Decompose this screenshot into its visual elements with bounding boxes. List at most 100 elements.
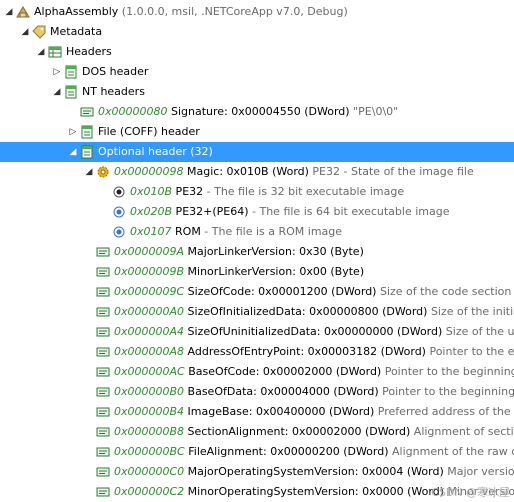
- node-text: 0x010B PE32 - The file is 32 bit executa…: [130, 182, 404, 202]
- node-description: Size of the uninitia: [445, 325, 514, 338]
- node-text: NT headers: [82, 82, 145, 102]
- node-text: 0x000000A0 SizeOfInitializedData: 0x0000…: [114, 302, 514, 322]
- node-offset: 0x0107: [130, 225, 172, 238]
- node-offset: 0x000000BC: [114, 445, 185, 458]
- node-label: File (COFF) header: [98, 125, 200, 138]
- header-icon: [80, 125, 94, 139]
- tree-node[interactable]: 0x0000009C SizeOfCode: 0x00001200 (DWord…: [0, 282, 514, 302]
- node-description: Alignment of sections lo: [413, 425, 514, 438]
- tree-node[interactable]: 0x000000BC FileAlignment: 0x00000200 (DW…: [0, 442, 514, 462]
- node-label: MajorLinkerVersion: 0x30 (Byte): [184, 245, 364, 258]
- tree-node[interactable]: 0x0000009B MinorLinkerVersion: 0x00 (Byt…: [0, 262, 514, 282]
- node-offset: 0x000000A0: [114, 305, 185, 318]
- node-description: PE32 - State of the image file: [308, 165, 474, 178]
- node-text: Headers: [66, 42, 112, 62]
- node-description: "PE\0\0": [349, 105, 399, 118]
- tree-node[interactable]: 0x000000C0 MajorOperatingSystemVersion: …: [0, 462, 514, 482]
- tree-node[interactable]: ◢ Optional header (32): [0, 142, 514, 162]
- radio-checked-icon: [112, 185, 126, 199]
- tree-node[interactable]: ◢ Headers: [0, 42, 514, 62]
- gear-icon: [96, 165, 110, 179]
- tree-node[interactable]: ◢ AlphaAssembly (1.0.0.0, msil, .NETCoreA…: [0, 2, 514, 22]
- node-text: 0x000000AC BaseOfCode: 0x00002000 (DWord…: [114, 362, 514, 382]
- node-description: - The file is 64 bit executable image: [248, 205, 450, 218]
- node-text: Metadata: [50, 22, 102, 42]
- header-icon: [80, 145, 94, 159]
- node-description: Size of the code section: [376, 285, 512, 298]
- node-description: Preferred address of the first by: [377, 405, 514, 418]
- node-offset: 0x0000009A: [114, 245, 185, 258]
- node-offset: 0x000000A8: [114, 345, 185, 358]
- field-icon: [80, 105, 94, 119]
- node-label: SizeOfCode: 0x00001200 (DWord): [184, 285, 377, 298]
- node-label: NT headers: [82, 85, 145, 98]
- tree-node[interactable]: 0x000000A8 AddressOfEntryPoint: 0x000031…: [0, 342, 514, 362]
- node-text: 0x000000B8 SectionAlignment: 0x00002000 …: [114, 422, 514, 442]
- expanded-toggle-icon[interactable]: ◢: [68, 147, 78, 157]
- node-label: Metadata: [50, 25, 103, 38]
- node-label: AlphaAssembly: [34, 5, 119, 18]
- tree-node[interactable]: 0x000000B4 ImageBase: 0x00400000 (DWord)…: [0, 402, 514, 422]
- node-text: 0x0000009B MinorLinkerVersion: 0x00 (Byt…: [114, 262, 364, 282]
- node-label: MinorOperatingSystemVersion: 0x0000 (Wor…: [184, 485, 444, 498]
- tree-node[interactable]: ◢ Metadata: [0, 22, 514, 42]
- expanded-toggle-icon[interactable]: ◢: [52, 87, 62, 97]
- tree-node[interactable]: ▷ File (COFF) header: [0, 122, 514, 142]
- node-offset: 0x0000009B: [114, 265, 185, 278]
- field-icon: [96, 305, 110, 319]
- node-description: - The file is 32 bit executable image: [203, 185, 405, 198]
- tree-node[interactable]: ◢ NT headers: [0, 82, 514, 102]
- node-offset: 0x000000B8: [114, 425, 185, 438]
- node-text: Optional header (32): [98, 142, 213, 162]
- tree-node[interactable]: 0x010B PE32 - The file is 32 bit executa…: [0, 182, 514, 202]
- tree-node[interactable]: 0x00000080 Signature: 0x00004550 (DWord)…: [0, 102, 514, 122]
- tree-view[interactable]: ◢ AlphaAssembly (1.0.0.0, msil, .NETCoreA…: [0, 0, 514, 502]
- node-text: 0x0107 ROM - The file is a ROM image: [130, 222, 342, 242]
- node-offset: 0x000000A4: [114, 325, 185, 338]
- tree-node[interactable]: ◢ 0x00000098 Magic: 0x010B (Word) PE32 - …: [0, 162, 514, 182]
- node-description: (1.0.0.0, msil, .NETCoreApp v7.0, Debug): [118, 5, 348, 18]
- node-description: Major version nu: [447, 465, 514, 478]
- tree-node[interactable]: 0x0000009A MajorLinkerVersion: 0x30 (Byt…: [0, 242, 514, 262]
- field-icon: [96, 345, 110, 359]
- node-text: 0x000000BC FileAlignment: 0x00000200 (DW…: [114, 442, 514, 462]
- expanded-toggle-icon[interactable]: ◢: [20, 27, 30, 37]
- collapsed-toggle-icon[interactable]: ▷: [52, 67, 62, 77]
- field-icon: [96, 245, 110, 259]
- tree-node[interactable]: 0x000000B0 BaseOfData: 0x00004000 (DWord…: [0, 382, 514, 402]
- node-label: MinorLinkerVersion: 0x00 (Byte): [184, 265, 365, 278]
- header-icon: [64, 65, 78, 79]
- node-description: Pointer to the beginning of th: [384, 365, 514, 378]
- node-text: 0x0000009C SizeOfCode: 0x00001200 (DWord…: [114, 282, 511, 302]
- radio-icon: [112, 205, 126, 219]
- tree-node[interactable]: 0x0107 ROM - The file is a ROM image: [0, 222, 514, 242]
- node-text: 0x00000098 Magic: 0x010B (Word) PE32 - S…: [114, 162, 474, 182]
- node-text: 0x020B PE32+(PE64) - The file is 64 bit …: [130, 202, 449, 222]
- expanded-toggle-icon[interactable]: ◢: [36, 47, 46, 57]
- node-offset: 0x010B: [130, 185, 173, 198]
- tree-node[interactable]: 0x000000A4 SizeOfUninitializedData: 0x00…: [0, 322, 514, 342]
- tree-node[interactable]: 0x020B PE32+(PE64) - The file is 64 bit …: [0, 202, 514, 222]
- node-label: BaseOfData: 0x00004000 (DWord): [184, 385, 379, 398]
- field-icon: [96, 485, 110, 499]
- expanded-toggle-icon[interactable]: ◢: [4, 7, 14, 17]
- tree-node[interactable]: 0x000000AC BaseOfCode: 0x00002000 (DWord…: [0, 362, 514, 382]
- node-label: BaseOfCode: 0x00002000 (DWord): [184, 365, 382, 378]
- tree-node[interactable]: 0x000000A0 SizeOfInitializedData: 0x0000…: [0, 302, 514, 322]
- node-offset: 0x000000C0: [114, 465, 185, 478]
- node-offset: 0x000000C2: [114, 485, 185, 498]
- node-offset: 0x000000AC: [114, 365, 185, 378]
- node-label: SectionAlignment: 0x00002000 (DWord): [184, 425, 411, 438]
- expanded-toggle-icon[interactable]: ◢: [84, 167, 94, 177]
- field-icon: [96, 405, 110, 419]
- field-icon: [96, 365, 110, 379]
- node-label: ImageBase: 0x00400000 (DWord): [184, 405, 375, 418]
- node-label: AddressOfEntryPoint: 0x00003182 (DWord): [184, 345, 426, 358]
- node-text: AlphaAssembly (1.0.0.0, msil, .NETCoreAp…: [34, 2, 348, 22]
- collapsed-toggle-icon[interactable]: ▷: [68, 127, 78, 137]
- node-text: 0x000000A8 AddressOfEntryPoint: 0x000031…: [114, 342, 514, 362]
- node-offset: 0x000000B4: [114, 405, 185, 418]
- node-description: Pointer to the beginning of the: [382, 385, 514, 398]
- tree-node[interactable]: 0x000000B8 SectionAlignment: 0x00002000 …: [0, 422, 514, 442]
- tree-node[interactable]: ▷ DOS header: [0, 62, 514, 82]
